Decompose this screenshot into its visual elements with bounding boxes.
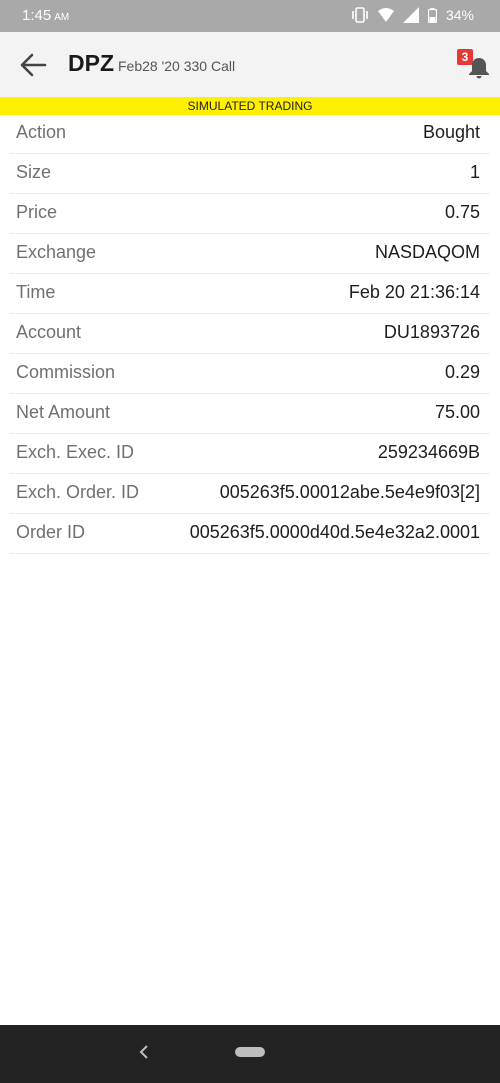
detail-label: Exch. Exec. ID (16, 442, 135, 462)
status-time-value: 1:45 (22, 7, 52, 24)
detail-label: Commission (16, 362, 116, 382)
detail-value: 75.00 (434, 402, 480, 422)
notifications-button[interactable]: 3 (457, 48, 497, 88)
detail-value: 0.29 (444, 362, 480, 382)
detail-row-commission: Commission 0.29 (10, 354, 490, 394)
wifi-icon (377, 8, 394, 22)
nav-back-button[interactable] (137, 1044, 151, 1065)
detail-value: Bought (422, 122, 480, 142)
detail-label: Exchange (16, 242, 97, 262)
detail-row-account: Account DU1893726 (10, 314, 490, 354)
app-header: DPZ Feb28 '20 330 Call 3 (0, 32, 500, 97)
signal-icon (402, 7, 419, 23)
detail-value: 005263f5.00012abe.5e4e9f03[2] (219, 482, 480, 502)
simulated-trading-banner: SIMULATED TRADING (0, 97, 500, 115)
detail-value: NASDAQOM (374, 242, 480, 262)
detail-label: Net Amount (16, 402, 111, 422)
detail-label: Exch. Order. ID (16, 482, 140, 502)
bell-icon (469, 58, 489, 79)
detail-value: DU1893726 (383, 322, 480, 342)
chevron-left-icon (139, 1045, 148, 1059)
vibrate-icon (351, 7, 369, 23)
detail-label: Order ID (16, 522, 86, 542)
detail-row-exchange: Exchange NASDAQOM (10, 234, 490, 274)
detail-label: Action (16, 122, 67, 142)
detail-row-price: Price 0.75 (10, 194, 490, 234)
detail-label: Time (16, 282, 56, 302)
detail-row-time: Time Feb 20 21:36:14 (10, 274, 490, 314)
status-time-ampm: AM (54, 12, 70, 23)
status-bar: 1:45 AM 34% (0, 0, 500, 32)
contract-description: Feb28 '20 330 Call (118, 58, 236, 74)
detail-label: Price (16, 202, 58, 222)
nav-home-pill[interactable] (235, 1047, 265, 1057)
detail-value: 0.75 (444, 202, 480, 222)
arrow-left-icon (20, 53, 47, 77)
detail-row-order-id: Order ID 005263f5.0000d40d.5e4e32a2.0001 (10, 514, 490, 554)
back-button[interactable] (18, 50, 50, 80)
status-time: 1:45 AM (22, 7, 69, 24)
ticker-symbol: DPZ (68, 50, 114, 76)
battery-percent: 34% (445, 7, 474, 23)
trade-details-list: Action Bought Size 1 Price 0.75 Exchange… (10, 114, 490, 554)
detail-row-action: Action Bought (10, 114, 490, 154)
system-nav-bar (0, 1025, 500, 1083)
detail-value: 259234669B (377, 442, 480, 462)
detail-label: Account (16, 322, 82, 342)
detail-value: 005263f5.0000d40d.5e4e32a2.0001 (189, 522, 480, 542)
detail-row-net-amount: Net Amount 75.00 (10, 394, 490, 434)
detail-row-exch-order-id: Exch. Order. ID 005263f5.00012abe.5e4e9f… (10, 474, 490, 514)
detail-row-exch-exec-id: Exch. Exec. ID 259234669B (10, 434, 490, 474)
detail-value: 1 (469, 162, 480, 182)
detail-value: Feb 20 21:36:14 (348, 282, 480, 302)
detail-row-size: Size 1 (10, 154, 490, 194)
detail-label: Size (16, 162, 52, 182)
battery-icon (427, 7, 437, 23)
status-icons: 34% (351, 7, 474, 23)
